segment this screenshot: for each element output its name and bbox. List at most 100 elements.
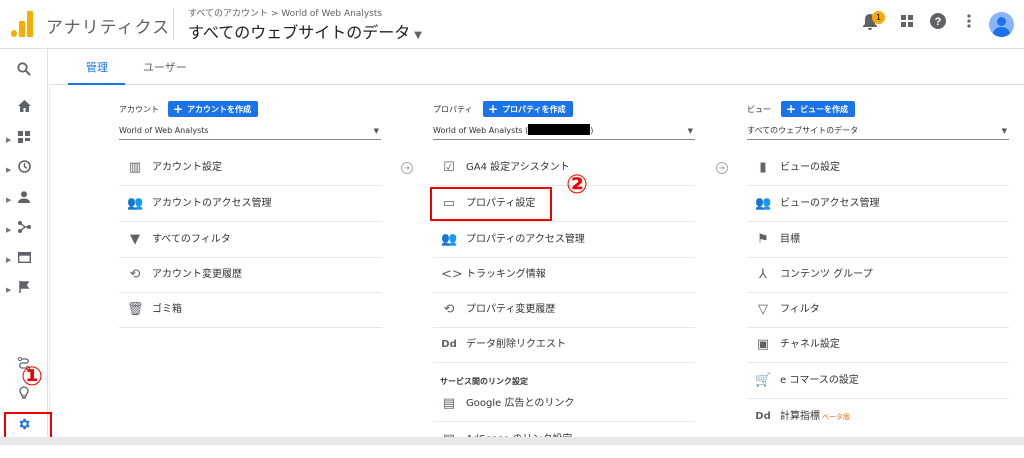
property-selector-label: すべてのウェブサイトのデータ bbox=[188, 23, 411, 42]
property-access-label: プロパティのアクセス管理 bbox=[466, 234, 585, 245]
goals[interactable]: ⚑ 目標 bbox=[747, 222, 1009, 258]
arrow-right-circle-icon: ➔ bbox=[401, 162, 413, 174]
property-change-history[interactable]: ⟲ プロパティ変更履歴 bbox=[433, 292, 695, 328]
create-view-button[interactable]: + ビューを作成 bbox=[781, 101, 856, 117]
caret-down-icon: ▼ bbox=[414, 30, 422, 41]
tracking-info[interactable]: <> トラッキング情報 bbox=[433, 257, 695, 293]
all-filters[interactable]: ▼ すべてのフィルタ bbox=[119, 222, 382, 258]
property-access-management[interactable]: 👥 プロパティのアクセス管理 bbox=[433, 222, 695, 258]
people-icon: 👥 bbox=[755, 196, 772, 211]
apps-grid-icon[interactable] bbox=[897, 13, 917, 33]
tab-admin[interactable]: 管理 bbox=[86, 59, 108, 75]
view-settings[interactable]: ▮ ビューの設定 bbox=[747, 150, 1009, 186]
document-icon: ▮ bbox=[759, 160, 767, 175]
property-selector[interactable]: すべてのウェブサイトのデータ ▼ bbox=[188, 19, 422, 43]
trash-icon: 🗑 bbox=[127, 302, 144, 317]
view-column-heading: ビュー bbox=[747, 105, 771, 114]
channel-icon: ▣ bbox=[756, 337, 770, 352]
account-select-value: World of Web Analysts bbox=[119, 126, 209, 135]
property-settings[interactable]: ▭ プロパティ設定 bbox=[433, 186, 695, 222]
flag-icon: ⚑ bbox=[757, 232, 769, 247]
expand-arrow-icon: ▶ bbox=[6, 286, 12, 294]
header-divider bbox=[173, 8, 174, 40]
content-group-icon: ⅄ bbox=[759, 267, 767, 282]
trash[interactable]: 🗑 ゴミ箱 bbox=[119, 292, 382, 328]
filter-icon: ▼ bbox=[130, 232, 140, 247]
account-select[interactable]: World of Web Analysts ▼ bbox=[119, 124, 381, 140]
conversions-flag-icon[interactable]: ▶ bbox=[0, 278, 48, 302]
bottom-scroll-area bbox=[0, 437, 1024, 445]
app-title: アナリティクス bbox=[46, 18, 171, 38]
notification-badge: 1 bbox=[872, 11, 885, 24]
expand-arrow-icon: ▶ bbox=[6, 256, 12, 264]
account-settings[interactable]: ▥ アカウント設定 bbox=[119, 150, 382, 186]
google-ads-linking[interactable]: ▤ Google 広告とのリンク bbox=[433, 386, 695, 422]
people-icon: 👥 bbox=[441, 232, 458, 247]
admin-tabs bbox=[49, 49, 1024, 85]
filters[interactable]: ▽ フィルタ bbox=[747, 292, 1009, 328]
create-property-label: プロパティを作成 bbox=[502, 105, 566, 114]
content-grouping-label: コンテンツ グループ bbox=[780, 269, 873, 280]
cart-icon: 🛒 bbox=[755, 373, 772, 388]
breadcrumb[interactable]: すべてのアカウント > World of Web Analysts bbox=[188, 6, 382, 19]
search-icon[interactable] bbox=[0, 61, 48, 85]
people-icon: 👥 bbox=[127, 196, 144, 211]
analytics-logo[interactable] bbox=[11, 11, 35, 37]
audience-person-icon[interactable]: ▶ bbox=[0, 188, 48, 212]
property-column-heading: プロパティ bbox=[433, 105, 473, 114]
dd-icon: Dd bbox=[755, 411, 771, 422]
expand-arrow-icon: ▶ bbox=[6, 196, 12, 204]
dropdown-arrow-icon: ▼ bbox=[1001, 127, 1007, 135]
calculated-metrics[interactable]: Dd 計算指標 ベータ版 bbox=[747, 399, 1009, 435]
property-select-prefix: World of Web Analysts ( bbox=[433, 126, 529, 135]
tab-user[interactable]: ユーザー bbox=[143, 59, 187, 75]
behavior-icon[interactable]: ▶ bbox=[0, 248, 48, 272]
channel-settings-label: チャネル設定 bbox=[780, 339, 840, 350]
calculated-metrics-label: 計算指標 ベータ版 bbox=[780, 399, 850, 435]
code-icon: <> bbox=[441, 267, 463, 282]
create-account-button[interactable]: + アカウントを作成 bbox=[168, 101, 259, 117]
help-icon[interactable]: ? bbox=[928, 13, 948, 33]
plus-icon: + bbox=[786, 102, 797, 116]
dropdown-arrow-icon: ▼ bbox=[373, 127, 379, 135]
channel-settings[interactable]: ▣ チャネル設定 bbox=[747, 327, 1009, 363]
view-select[interactable]: すべてのウェブサイトのデータ ▼ bbox=[747, 124, 1009, 140]
account-change-history[interactable]: ⟲ アカウント変更履歴 bbox=[119, 257, 382, 293]
property-icon: ▭ bbox=[442, 196, 456, 211]
goals-label: 目標 bbox=[780, 234, 800, 245]
filter-icon: ▽ bbox=[758, 302, 768, 317]
all-filters-label: すべてのフィルタ bbox=[152, 234, 231, 245]
account-access-management[interactable]: 👥 アカウントのアクセス管理 bbox=[119, 186, 382, 222]
checkbox-icon: ☑ bbox=[443, 160, 455, 175]
history-icon: ⟲ bbox=[443, 302, 455, 317]
create-property-button[interactable]: + プロパティを作成 bbox=[483, 101, 573, 117]
account-avatar[interactable] bbox=[989, 12, 1014, 37]
property-settings-label: プロパティ設定 bbox=[466, 198, 536, 209]
property-select-suffix: ) bbox=[590, 126, 594, 135]
realtime-clock-icon[interactable]: ▶ bbox=[0, 158, 48, 182]
data-deletion-request[interactable]: Dd データ削除リクエスト bbox=[433, 327, 695, 363]
account-settings-label: アカウント設定 bbox=[152, 162, 222, 173]
property-select[interactable]: World of Web Analysts () ▼ bbox=[433, 124, 695, 140]
view-access-management[interactable]: 👥 ビューのアクセス管理 bbox=[747, 186, 1009, 222]
create-view-label: ビューを作成 bbox=[800, 105, 849, 114]
customization-icon[interactable]: ▶ bbox=[0, 128, 48, 152]
annotation-number-one: ① bbox=[21, 362, 44, 392]
ecommerce-settings[interactable]: 🛒 e コマースの設定 bbox=[747, 363, 1009, 399]
more-vert-icon[interactable] bbox=[959, 13, 979, 33]
active-tab-underline bbox=[68, 83, 125, 85]
top-bar: アナリティクス すべてのアカウント > World of Web Analyst… bbox=[0, 0, 1024, 49]
account-access-label: アカウントのアクセス管理 bbox=[152, 198, 272, 209]
tracking-info-label: トラッキング情報 bbox=[466, 269, 546, 280]
expand-arrow-icon: ▶ bbox=[6, 226, 12, 234]
ga4-setup-assistant[interactable]: ☑ GA4 設定アシスタント bbox=[433, 150, 695, 186]
content-grouping[interactable]: ⅄ コンテンツ グループ bbox=[747, 257, 1009, 293]
home-icon[interactable] bbox=[0, 97, 48, 121]
acquisition-icon[interactable]: ▶ bbox=[0, 218, 48, 242]
view-select-value: すべてのウェブサイトのデータ bbox=[747, 126, 859, 135]
calculated-metrics-text: 計算指標 bbox=[780, 411, 820, 422]
plus-icon: + bbox=[173, 102, 184, 116]
data-deletion-label: データ削除リクエスト bbox=[466, 339, 566, 350]
expand-arrow-icon: ▶ bbox=[6, 136, 12, 144]
redacted-block bbox=[528, 124, 591, 135]
